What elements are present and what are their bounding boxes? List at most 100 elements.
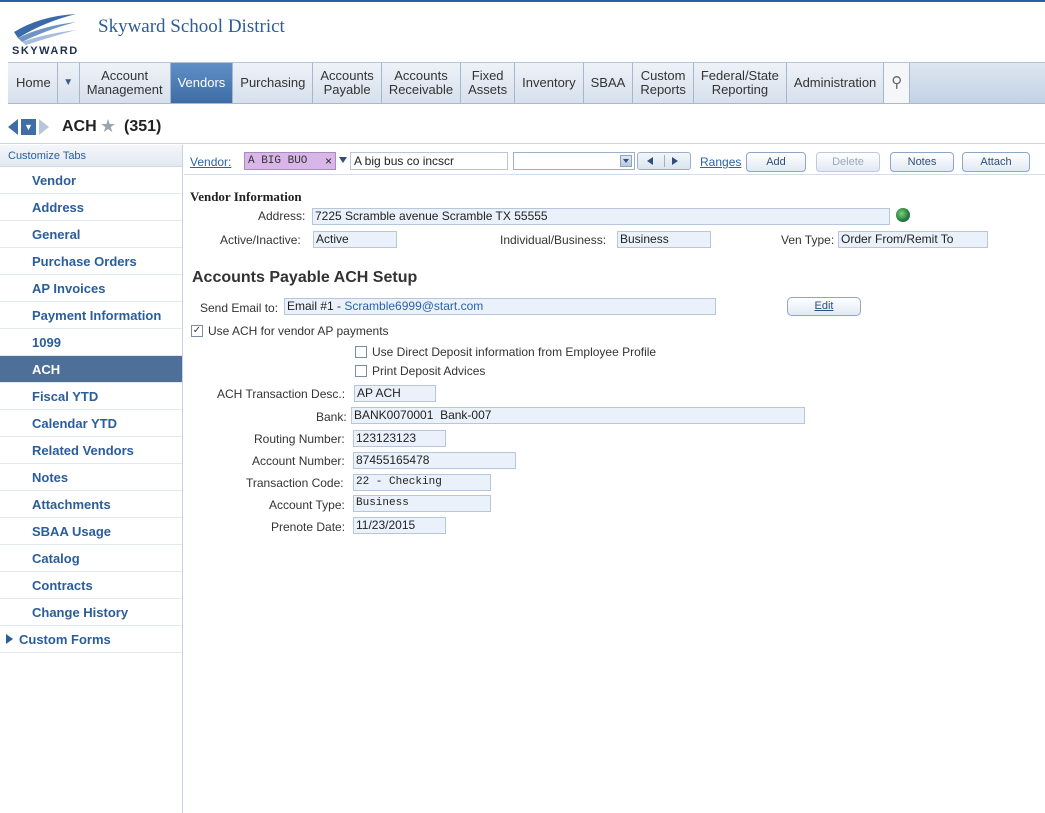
email-address: Scramble6999@start.com [344, 299, 484, 313]
vendor-code-chip[interactable]: A BIG BUO [244, 152, 336, 170]
ach-desc-label: ACH Transaction Desc.: [217, 387, 346, 401]
skyward-logo: SKYWARD [10, 10, 80, 56]
ranges-link[interactable]: Ranges [700, 155, 741, 169]
main-nav-bar: Home ▼ Account Management Vendors Purcha… [8, 62, 1045, 104]
sidebar-item-fiscal-ytd[interactable]: Fiscal YTD [0, 383, 182, 410]
svg-text:SKYWARD: SKYWARD [12, 45, 79, 56]
nav-accounts-receivable[interactable]: Accounts Receivable [381, 63, 462, 103]
nav-purchasing[interactable]: Purchasing [233, 63, 314, 103]
nav-home-dropdown-icon[interactable]: ▼ [57, 63, 80, 103]
back-arrow-icon[interactable] [8, 119, 18, 135]
active-inactive-value: Active [313, 231, 397, 248]
vendor-info-heading: Vendor Information [190, 189, 302, 204]
ach-desc-value: AP ACH [354, 385, 436, 402]
history-dropdown-icon[interactable]: ▼ [21, 119, 36, 135]
globe-map-icon[interactable] [896, 208, 910, 222]
sidebar-item-sbaa-usage[interactable]: SBAA Usage [0, 518, 182, 545]
address-label: Address: [258, 209, 306, 223]
nav-inventory[interactable]: Inventory [515, 63, 584, 103]
district-name: Skyward School District [98, 16, 285, 37]
vendor-lookup-link[interactable]: Vendor: [190, 155, 231, 169]
record-select[interactable] [513, 152, 635, 170]
routing-number-label: Routing Number: [254, 432, 345, 446]
edit-email-button[interactable]: Edit [787, 297, 861, 316]
sidebar-item-notes[interactable]: Notes [0, 464, 182, 491]
print-deposit-advices-label: Print Deposit Advices [372, 364, 486, 378]
nav-custom-reports[interactable]: Custom Reports [633, 63, 694, 103]
sidebar-item-related-vendors[interactable]: Related Vendors [0, 437, 182, 464]
address-value: 7225 Scramble avenue Scramble TX 55555 [312, 208, 890, 225]
email-prefix: Email #1 - [287, 299, 345, 313]
sidebar-item-custom-forms[interactable]: Custom Forms [0, 626, 182, 653]
individual-business-label: Individual/Business: [500, 233, 607, 247]
add-button[interactable]: Add [746, 152, 806, 172]
routing-number-value: 123123123 [353, 430, 446, 447]
sidebar-item-payment-information[interactable]: Payment Information [0, 302, 182, 329]
pager-divider [664, 155, 665, 167]
active-inactive-label: Active/Inactive: [220, 233, 301, 247]
bank-name: Bank-007 [440, 408, 492, 422]
sidebar-item-ach[interactable]: ACH [0, 356, 182, 383]
record-toolbar: Vendor: A BIG BUO × A big bus co incscr … [184, 149, 1045, 175]
bank-label: Bank: [316, 410, 347, 424]
nav-accounts-payable[interactable]: Accounts Payable [313, 63, 382, 103]
account-number-value: 87455165478 [353, 452, 516, 469]
sidebar-item-1099[interactable]: 1099 [0, 329, 182, 356]
nav-sbaa[interactable]: SBAA [583, 63, 634, 103]
main-content: Vendor: A BIG BUO × A big bus co incscr … [184, 145, 1045, 813]
print-deposit-advices-checkbox[interactable] [355, 365, 367, 377]
use-ach-label: Use ACH for vendor AP payments [208, 324, 389, 338]
ven-type-label: Ven Type: [781, 233, 835, 247]
use-ach-checkbox[interactable]: ✓ [191, 325, 203, 337]
search-icon[interactable]: ⚲ [884, 63, 911, 103]
sidebar-item-catalog[interactable]: Catalog [0, 545, 182, 572]
sidebar-item-vendor[interactable]: Vendor [0, 167, 182, 194]
select-dropdown-icon[interactable] [620, 155, 632, 167]
vendor-name-field[interactable]: A big bus co incscr [350, 152, 508, 170]
page-title: ACH [62, 118, 97, 135]
forward-arrow-icon[interactable] [39, 119, 49, 135]
record-pager [637, 152, 691, 170]
sidebar-item-general[interactable]: General [0, 221, 182, 248]
ven-type-value: Order From/Remit To [838, 231, 988, 248]
prenote-date-label: Prenote Date: [271, 520, 346, 534]
previous-record-icon[interactable] [647, 157, 653, 165]
expand-triangle-icon [6, 634, 13, 644]
nav-fixed-assets[interactable]: Fixed Assets [461, 63, 516, 103]
notes-button[interactable]: Notes [890, 152, 954, 172]
send-email-value: Email #1 - Scramble6999@start.com [284, 298, 716, 315]
nav-federal-state-reporting[interactable]: Federal/State Reporting [693, 63, 787, 103]
ach-setup-heading: Accounts Payable ACH Setup [192, 269, 418, 286]
send-email-label: Send Email to: [200, 301, 279, 315]
bank-code: BANK0070001 [354, 408, 434, 422]
sidebar-item-contracts[interactable]: Contracts [0, 572, 182, 599]
nav-administration[interactable]: Administration [786, 63, 885, 103]
account-type-label: Account Type: [269, 498, 345, 512]
sidebar-item-attachments[interactable]: Attachments [0, 491, 182, 518]
bank-value: BANK0070001 Bank-007 [351, 407, 805, 424]
app-header: SKYWARD Skyward School District [0, 2, 1045, 60]
transaction-code-label: Transaction Code: [246, 476, 344, 490]
customize-tabs-link[interactable]: Customize Tabs [0, 145, 182, 167]
clear-vendor-icon[interactable]: × [325, 152, 332, 170]
account-number-label: Account Number: [252, 454, 345, 468]
transaction-code-value: 22 - Checking [353, 474, 491, 491]
custom-forms-label: Custom Forms [19, 632, 111, 647]
nav-vendors[interactable]: Vendors [170, 63, 234, 103]
prenote-date-value: 11/23/2015 [353, 517, 446, 534]
sidebar-item-purchase-orders[interactable]: Purchase Orders [0, 248, 182, 275]
nav-home[interactable]: Home [8, 63, 58, 103]
attach-button[interactable]: Attach [962, 152, 1030, 172]
use-direct-deposit-checkbox[interactable] [355, 346, 367, 358]
nav-account-management[interactable]: Account Management [79, 63, 171, 103]
account-type-value: Business [353, 495, 491, 512]
vendor-dropdown-icon[interactable] [339, 157, 347, 163]
sidebar-item-address[interactable]: Address [0, 194, 182, 221]
favorite-star-icon[interactable]: ★ [100, 116, 116, 137]
sidebar-item-change-history[interactable]: Change History [0, 599, 182, 626]
sidebar-item-ap-invoices[interactable]: AP Invoices [0, 275, 182, 302]
delete-button[interactable]: Delete [816, 152, 880, 172]
next-record-icon[interactable] [672, 157, 678, 165]
sidebar-item-calendar-ytd[interactable]: Calendar YTD [0, 410, 182, 437]
sidebar: Customize Tabs Vendor Address General Pu… [0, 145, 183, 813]
